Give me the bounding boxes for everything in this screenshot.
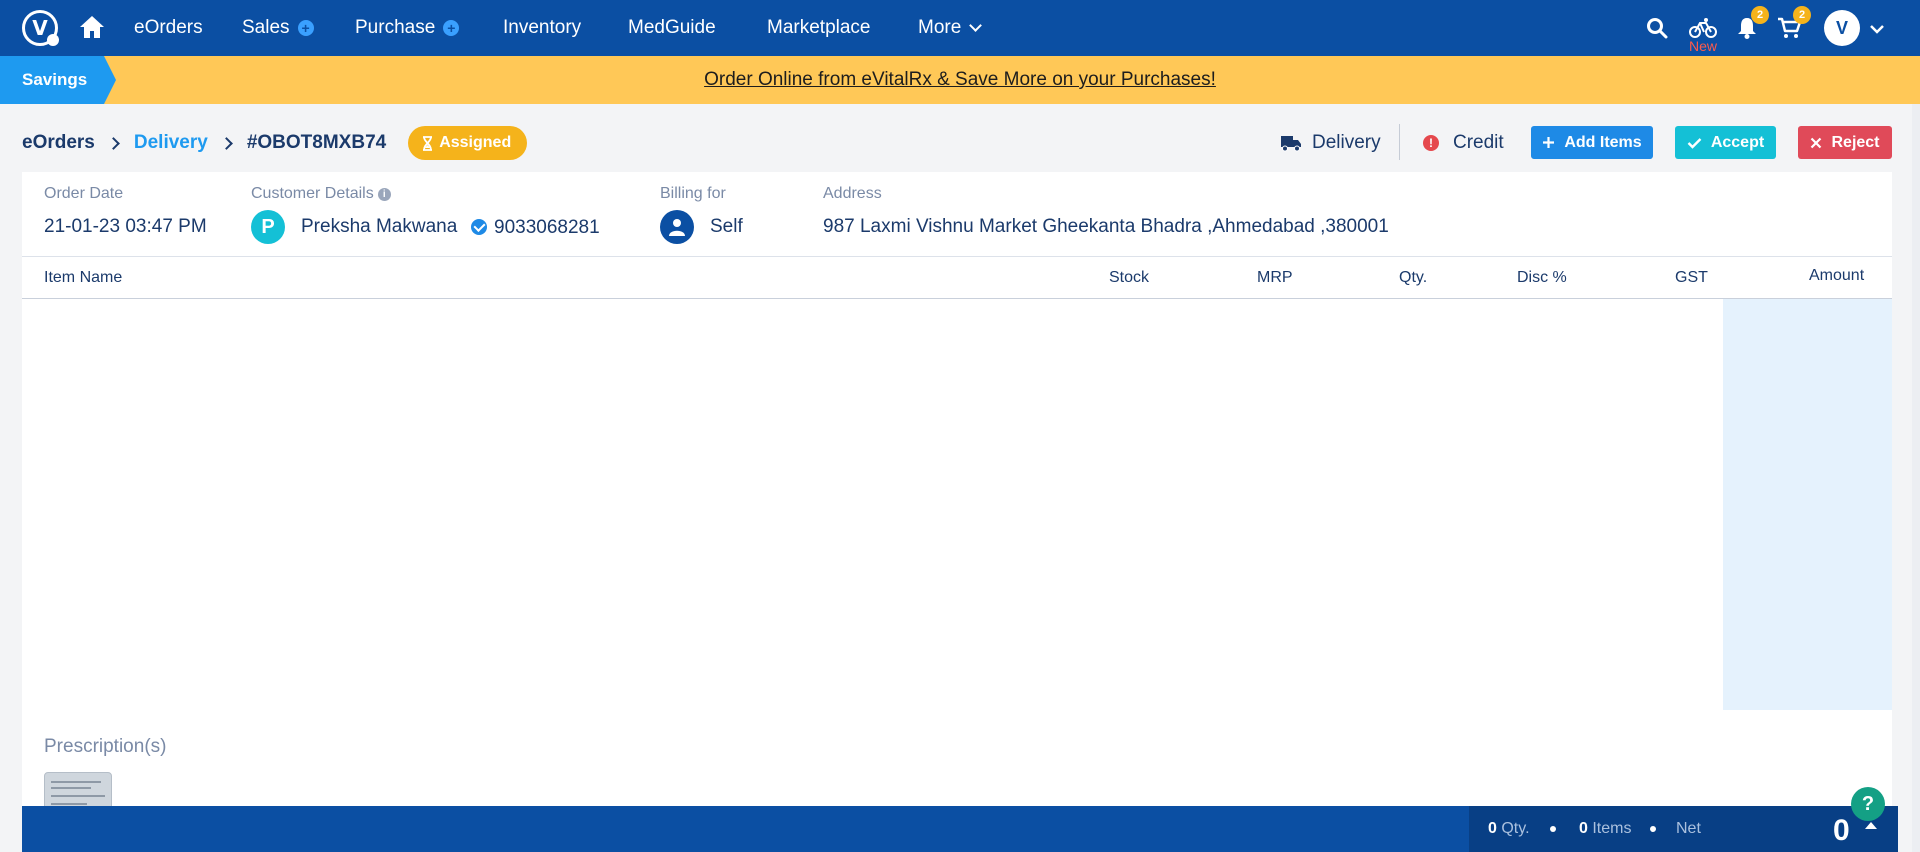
amount-column [1723, 299, 1892, 710]
info-icon[interactable]: i [377, 188, 391, 201]
chevron-right-icon [219, 136, 233, 150]
plus-icon [1543, 137, 1555, 148]
col-item-name: Item Name [44, 269, 123, 286]
cart-badge: 2 [1793, 6, 1811, 24]
nav-more[interactable]: More [918, 0, 983, 56]
customer-name[interactable]: Preksha Makwana [301, 216, 457, 238]
nav-eorders[interactable]: eOrders [134, 0, 203, 56]
table-header-divider [22, 298, 1892, 299]
col-amount: Amount [1809, 267, 1865, 284]
order-card: Order Date 21-01-23 03:47 PM Customer De… [22, 172, 1892, 838]
reject-button[interactable]: Reject [1798, 126, 1892, 159]
delivery-type[interactable]: Delivery [1280, 126, 1381, 160]
separator-dot [1550, 826, 1556, 832]
customer-phone: 9033068281 [494, 217, 600, 238]
accept-button[interactable]: Accept [1675, 126, 1776, 159]
divider [1399, 124, 1400, 160]
cart-icon[interactable]: 2 [1775, 6, 1811, 42]
address-value: 987 Laxmi Vishnu Market Gheekanta Bhadra… [823, 216, 1389, 237]
breadcrumb-eorders[interactable]: eOrders [22, 132, 95, 154]
nav-marketplace[interactable]: Marketplace [767, 0, 871, 56]
nav-medguide[interactable]: MedGuide [628, 0, 716, 56]
chevron-down-icon [969, 19, 983, 32]
nav-purchase[interactable]: Purchase + [355, 0, 460, 56]
user-avatar[interactable]: V [1824, 10, 1860, 46]
home-icon[interactable] [78, 14, 106, 40]
breadcrumb: eOrders Delivery #OBOT8MXB74 Assigned [22, 126, 528, 160]
credit-status[interactable]: ! Credit [1423, 126, 1504, 160]
nav-sales[interactable]: Sales + [242, 0, 314, 56]
search-icon[interactable] [1643, 14, 1671, 42]
user-icon [660, 210, 694, 244]
chevron-right-icon [107, 136, 120, 150]
breadcrumb-delivery[interactable]: Delivery [134, 132, 208, 154]
footer-items: 0 Items [1579, 820, 1632, 837]
verified-icon [471, 219, 487, 235]
add-items-button[interactable]: Add Items [1531, 126, 1653, 159]
savings-tag: Savings [0, 56, 116, 104]
truck-icon [1281, 136, 1301, 152]
nav-inventory[interactable]: Inventory [503, 0, 581, 56]
sales-add-icon[interactable]: + [297, 20, 314, 36]
top-navbar: V eOrders Sales + Purchase + Inventory Med… [0, 0, 1920, 56]
order-id: #OBOT8MXB74 [246, 132, 387, 153]
separator-dot [1650, 826, 1656, 832]
summary-footer: 0 Qty. 0 Items Net 0 [22, 806, 1898, 852]
billing-for-value: Self [710, 216, 743, 237]
notification-badge: 2 [1751, 6, 1769, 24]
billing-for-label: Billing for [660, 185, 726, 202]
order-date-label: Order Date [44, 185, 124, 202]
footer-net-label: Net [1676, 820, 1701, 837]
prescription-label: Prescription(s) [44, 736, 167, 757]
col-disc: Disc % [1517, 269, 1567, 286]
chevron-down-icon[interactable] [1869, 22, 1885, 40]
scrollbar[interactable] [1912, 104, 1920, 852]
footer-qty: 0 Qty. [1488, 820, 1530, 837]
customer-details-label: Customer Details i [251, 185, 391, 203]
alert-icon: ! [1423, 135, 1439, 151]
divider [22, 256, 1892, 257]
bell-icon[interactable]: 2 [1733, 6, 1769, 42]
savings-banner: Order Online from eVitalRx & Save More o… [0, 56, 1920, 104]
close-icon [1811, 137, 1822, 148]
new-label: New [1689, 38, 1718, 54]
status-badge: Assigned [408, 126, 528, 160]
address-label: Address [823, 185, 882, 202]
order-date-value: 21-01-23 03:47 PM [44, 216, 207, 237]
caret-up-icon[interactable] [1865, 822, 1877, 829]
col-qty: Qty. [1399, 269, 1428, 286]
hourglass-icon [423, 135, 433, 151]
col-gst: GST [1675, 269, 1708, 286]
col-stock: Stock [1109, 269, 1150, 286]
check-icon [1687, 137, 1702, 149]
app-logo[interactable]: V [22, 10, 59, 46]
help-button[interactable]: ? [1851, 787, 1885, 821]
banner-link[interactable]: Order Online from eVitalRx & Save More o… [0, 56, 1920, 104]
col-mrp: MRP [1257, 269, 1293, 286]
footer-total: 0 [1833, 814, 1850, 847]
customer-avatar: P [251, 210, 285, 244]
purchase-add-icon[interactable]: + [443, 20, 460, 36]
